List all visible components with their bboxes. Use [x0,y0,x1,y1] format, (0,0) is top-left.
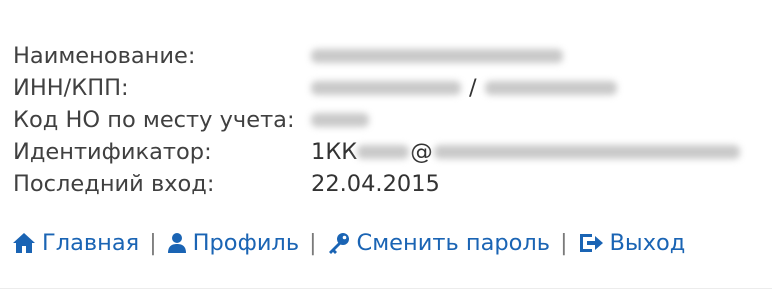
home-label: Главная [42,230,140,256]
nav-separator: | [309,230,317,256]
tax-office-label: Код НО по месту учета: [13,107,295,133]
identifier-label: Идентификатор: [13,139,212,165]
redacted-identifier-domain [433,145,740,159]
last-login-label: Последний вход: [13,171,215,197]
redacted-inn [311,81,461,95]
tax-office-value [311,113,369,127]
nav-separator: | [149,230,157,256]
identifier-row: Идентификатор: 1КК @ [13,136,740,168]
inn-row: ИНН/КПП: / [13,72,740,104]
divider [0,288,772,289]
last-login-value: 22.04.2015 [311,171,440,197]
identifier-prefix: 1КК [311,139,358,165]
key-icon [328,233,349,254]
change-password-link[interactable]: Сменить пароль [327,230,551,256]
user-icon [167,233,186,253]
home-link[interactable]: Главная [12,230,139,256]
user-nav: Главная | Профиль | Сменить пароль | Вых… [12,230,685,256]
change-password-label: Сменить пароль [356,230,551,256]
tax-office-row: Код НО по месту учета: [13,104,740,136]
profile-link[interactable]: Профиль [167,230,299,256]
identifier-at: @ [410,139,433,165]
name-label: Наименование: [13,43,196,69]
redacted-identifier-part [357,145,410,159]
account-info: Наименование: ИНН/КПП: / Код НО по месту… [13,40,740,200]
nav-separator: | [560,230,568,256]
inn-value: / [311,75,617,101]
identifier-value: 1КК @ [311,139,740,165]
logout-link[interactable]: Выход [578,230,686,256]
redacted-kpp [484,81,617,95]
logout-label: Выход [609,230,686,256]
redacted-name [311,49,563,63]
last-login-row: Последний вход: 22.04.2015 [13,168,740,200]
inn-label: ИНН/КПП: [13,75,129,101]
name-value [311,49,563,63]
name-row: Наименование: [13,40,740,72]
redacted-tax-office [311,113,369,127]
profile-label: Профиль [192,230,300,256]
logout-icon [579,234,603,252]
home-icon [13,233,35,253]
inn-separator: / [469,75,477,101]
